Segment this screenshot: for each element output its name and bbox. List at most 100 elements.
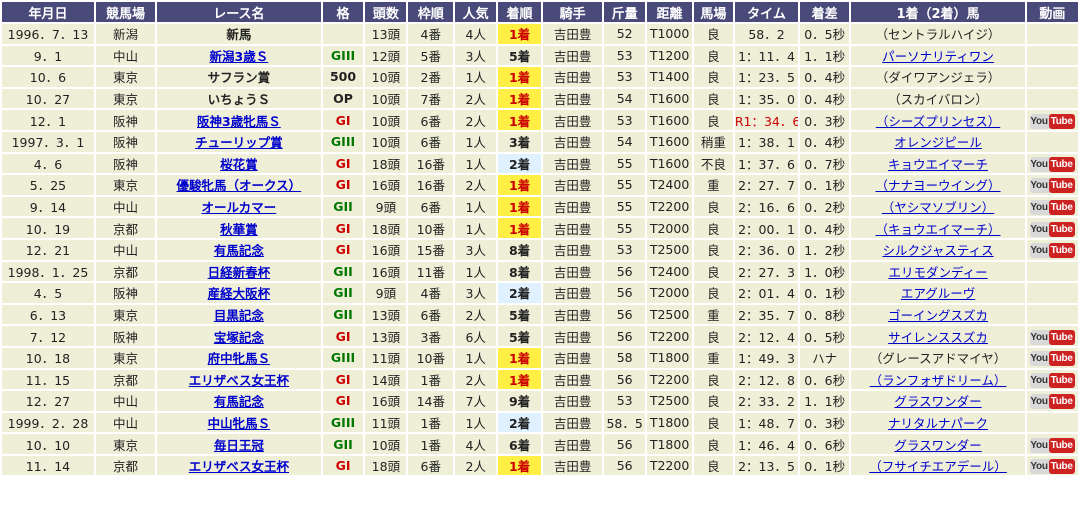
race-name-link[interactable]: エリザベス女王杯: [189, 373, 289, 388]
jockey-cell: 吉田豊: [543, 45, 603, 66]
table-row: 12．27 中山 有馬記念 GI 16頭 14番 7人 9着 吉田豊 53 T2500 良 2：33．2…: [2, 391, 1078, 411]
race-name-cell: 有馬記念: [157, 391, 321, 411]
grade-badge: OP: [333, 91, 353, 107]
winner-horse-link[interactable]: ナリタルナパーク: [888, 416, 988, 431]
popularity-cell: 4人: [455, 434, 497, 454]
winner-horse-link[interactable]: エリモダンディー: [888, 265, 987, 280]
winner-horse-link[interactable]: エアグルーヴ: [901, 286, 975, 301]
youtube-icon[interactable]: You Tube: [1030, 329, 1075, 345]
race-name-link[interactable]: 府中牝馬Ｓ: [208, 351, 271, 366]
winner-horse-link[interactable]: （ナナヨーウイング）: [876, 178, 1001, 193]
race-name-cell: オールカマー: [157, 196, 321, 217]
table-row: 6．13 東京 目黒記念 GII 13頭 6番 2人 5着 吉田豊 56 T2500 重 2：35．7 0…: [2, 304, 1078, 325]
time-value: 2：16．6: [738, 200, 795, 216]
time-cell: 2：12．4: [734, 326, 799, 346]
race-name-link[interactable]: 阪神3歳牝馬Ｓ: [197, 114, 281, 129]
popularity-cell: 3人: [455, 239, 497, 260]
gate-cell: 10番: [408, 218, 454, 238]
youtube-icon[interactable]: You Tube: [1030, 200, 1075, 216]
track-cell: 京都: [95, 218, 156, 238]
race-name-cell: 新潟3歳Ｓ: [157, 45, 321, 66]
race-name-link[interactable]: チューリップ賞: [195, 135, 283, 150]
winner-horse-link[interactable]: サイレンススズカ: [888, 330, 988, 345]
margin-cell: 1．1秒: [800, 45, 850, 66]
grade-badge: GI: [335, 242, 351, 258]
jockey-cell: 吉田豊: [543, 131, 603, 152]
youtube-tube-text: Tube: [1048, 243, 1075, 259]
race-name-link[interactable]: 有馬記念: [214, 243, 264, 258]
grade-badge: GII: [333, 199, 353, 215]
winner-cell: （ダイワアンジェラ）: [851, 67, 1025, 87]
race-name-link[interactable]: 秋華賞: [220, 222, 258, 237]
youtube-icon[interactable]: You Tube: [1030, 372, 1075, 388]
winner-horse-text: （グレースアドマイヤ）: [869, 351, 1007, 367]
youtube-icon[interactable]: You Tube: [1030, 394, 1075, 410]
race-name-link[interactable]: 新潟3歳Ｓ: [210, 49, 269, 64]
column-header: 斤量: [604, 2, 646, 22]
winner-horse-link[interactable]: （ランフォザドリーム）: [870, 373, 1007, 388]
table-row: 7．12 阪神 宝塚記念 GI 13頭 3番 6人 5着 吉田豊 56 T2200 良 2：12．4 0．…: [2, 326, 1078, 346]
youtube-tube-text: Tube: [1048, 200, 1075, 216]
youtube-icon[interactable]: You Tube: [1030, 113, 1075, 129]
track-condition-cell: 重: [694, 175, 733, 195]
youtube-icon[interactable]: You Tube: [1030, 459, 1075, 475]
race-name-link[interactable]: 中山牝馬Ｓ: [208, 416, 271, 431]
weight-cell: 53: [604, 67, 646, 87]
gate-cell: 16番: [408, 175, 454, 195]
youtube-tube-text: Tube: [1048, 329, 1075, 345]
youtube-icon[interactable]: You Tube: [1030, 221, 1075, 237]
gate-cell: 11番: [408, 261, 454, 282]
race-name-link[interactable]: 有馬記念: [214, 394, 264, 409]
winner-horse-link[interactable]: グラスワンダー: [894, 394, 981, 409]
winner-horse-link[interactable]: （ヤシマソブリン）: [882, 200, 995, 215]
winner-horse-link[interactable]: （シーズプリンセス）: [876, 114, 1000, 129]
time-value: 2：13．5: [738, 459, 795, 475]
winner-horse-link[interactable]: キョウエイマーチ: [888, 157, 988, 172]
race-name-link[interactable]: 日経新春杯: [208, 265, 271, 280]
track-cell: 阪神: [95, 283, 156, 303]
column-header: 格: [322, 2, 364, 22]
youtube-icon[interactable]: You Tube: [1030, 178, 1075, 194]
race-name-link[interactable]: 目黒記念: [214, 308, 264, 323]
race-name-cell: いちょうＳ: [157, 88, 321, 109]
weight-cell: 52: [604, 24, 646, 44]
winner-horse-link[interactable]: （キョウエイマーチ）: [876, 222, 1001, 237]
table-row: 10．6 東京 サフラン賞 500 10頭 2番 1人 1着 吉田豊 53 T1400 良 1：23．5…: [2, 67, 1078, 87]
grade-badge: GIII: [330, 414, 356, 430]
youtube-icon[interactable]: You Tube: [1030, 437, 1075, 453]
race-name-link[interactable]: 毎日王冠: [214, 438, 264, 453]
grade-cell: OP: [322, 88, 364, 109]
date-cell: 12．1: [2, 110, 94, 130]
youtube-icon[interactable]: You Tube: [1030, 243, 1075, 259]
race-name-link[interactable]: 産経大阪杯: [208, 286, 271, 301]
track-condition-cell: 不良: [694, 153, 733, 174]
race-name-link[interactable]: 優駿牝馬（オークス）: [177, 178, 302, 193]
weight-cell: 58: [604, 347, 646, 368]
grade-cell: GII: [322, 196, 364, 217]
youtube-tube-text: Tube: [1048, 351, 1075, 367]
time-cell: 2：27．3: [734, 261, 799, 282]
winner-cell: グラスワンダー: [851, 434, 1025, 454]
winner-horse-link[interactable]: シルクジャスティス: [882, 243, 993, 258]
table-row: 1996．7．13 新潟 新馬 13頭 4番 4人 1着 吉田豊 52 T1000 良 58．2 0．5…: [2, 24, 1078, 44]
popularity-cell: 3人: [455, 45, 497, 66]
winner-horse-link[interactable]: （フサイチエアデール）: [869, 459, 1007, 474]
grade-badge: GII: [333, 263, 353, 279]
winner-horse-link[interactable]: オレンジピール: [894, 135, 982, 150]
race-name-link[interactable]: オールカマー: [202, 200, 277, 215]
margin-cell: 0．4秒: [800, 131, 850, 152]
popularity-cell: 1人: [455, 218, 497, 238]
winner-horse-link[interactable]: ゴーイングスズカ: [888, 308, 988, 323]
winner-horse-link[interactable]: グラスワンダー: [894, 438, 981, 453]
popularity-cell: 1人: [455, 261, 497, 282]
youtube-icon[interactable]: You Tube: [1030, 351, 1075, 367]
gate-cell: 15番: [408, 239, 454, 260]
jockey-cell: 吉田豊: [543, 412, 603, 433]
race-name-link[interactable]: 宝塚記念: [214, 330, 264, 345]
popularity-cell: 1人: [455, 67, 497, 87]
youtube-tube-text: Tube: [1048, 394, 1075, 410]
race-name-link[interactable]: エリザベス女王杯: [189, 459, 289, 474]
youtube-icon[interactable]: You Tube: [1030, 156, 1075, 172]
winner-horse-link[interactable]: パーソナリティワン: [882, 49, 994, 64]
race-name-link[interactable]: 桜花賞: [220, 157, 258, 172]
